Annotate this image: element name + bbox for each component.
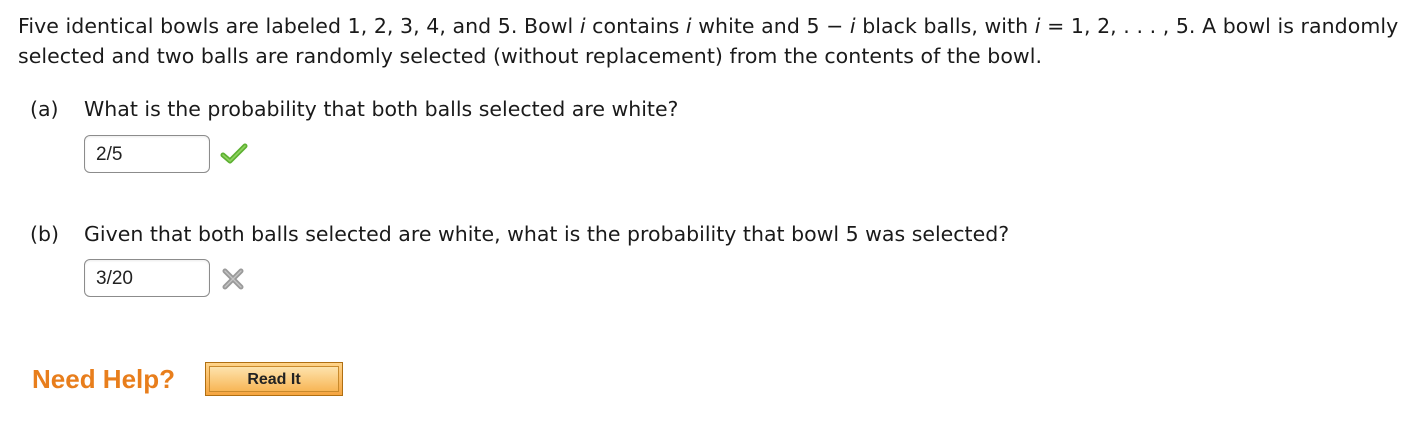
part-b-label: (b) bbox=[30, 222, 60, 246]
part-a-question-text: What is the probability that both balls … bbox=[84, 97, 679, 121]
part-b-answer-input[interactable]: 3/20 bbox=[84, 259, 210, 297]
problem-text: Five identical bowls are labeled 1, 2, 3… bbox=[18, 14, 580, 38]
read-it-button[interactable]: Read It bbox=[205, 362, 343, 396]
part-a-answer-input[interactable]: 2/5 bbox=[84, 135, 210, 173]
x-icon bbox=[219, 265, 247, 293]
read-it-button-label: Read It bbox=[209, 366, 339, 392]
problem-statement: Five identical bowls are labeled 1, 2, 3… bbox=[18, 11, 1403, 71]
problem-text: white and 5 − bbox=[691, 14, 850, 38]
part-a-question: (a) What is the probability that both bal… bbox=[30, 95, 678, 123]
check-icon bbox=[220, 140, 248, 168]
part-b-question: (b) Given that both balls selected are wh… bbox=[30, 220, 1009, 248]
part-a-label: (a) bbox=[30, 97, 59, 121]
problem-text: contains bbox=[585, 14, 686, 38]
part-b-question-text: Given that both balls selected are white… bbox=[84, 222, 1010, 246]
problem-text: black balls, with bbox=[855, 14, 1035, 38]
need-help-label: Need Help? bbox=[32, 364, 176, 394]
